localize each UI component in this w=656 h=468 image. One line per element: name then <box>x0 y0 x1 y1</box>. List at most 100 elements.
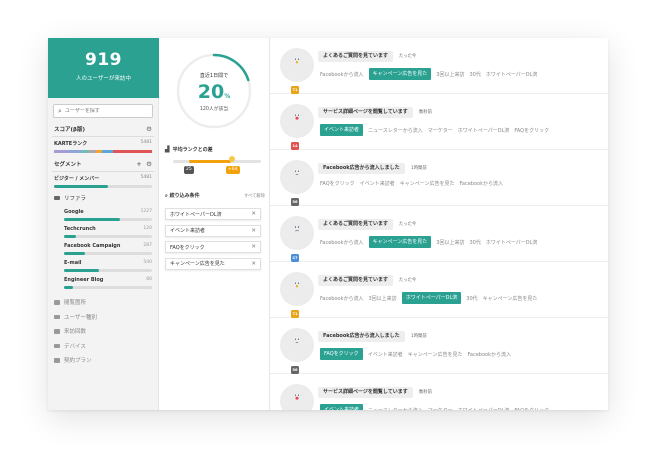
feed-row[interactable]: 56 Facebook広告から流入しました 1時間前 FAQをクリック イベント来訪者キ… <box>270 150 608 206</box>
filter-chip[interactable]: ホワイトペーパーDL済 ✕ <box>165 208 261 220</box>
tag-highlighted[interactable]: ホワイトペーパーDL済 <box>401 292 462 304</box>
tag[interactable]: 30代 <box>469 239 480 246</box>
close-icon[interactable]: ✕ <box>251 211 256 217</box>
close-icon[interactable]: ✕ <box>251 244 256 250</box>
filter-chip[interactable]: イベント来訪者 ✕ <box>165 224 261 237</box>
tag[interactable]: イベント来訪者 <box>360 180 395 187</box>
gauge-text: 直近1日間で 20% 120人が該当 <box>173 50 255 132</box>
tag[interactable]: ホワイトペーパーDL済 <box>486 239 538 246</box>
avg-rank-low-badge: 25 <box>184 166 194 174</box>
avatar[interactable]: 56 <box>280 328 314 374</box>
tag[interactable]: FAQをクリック <box>514 127 549 134</box>
tag[interactable]: ホワイトペーパーDL済 <box>486 71 538 78</box>
avatar[interactable]: 27 <box>280 216 314 262</box>
tag[interactable]: マーケター <box>428 407 453 411</box>
tag[interactable]: 30代 <box>466 295 477 302</box>
feed-row[interactable]: 71 よくあるご質問を見ています たった今 Facebookから流入 3回以上来訪 ホワイ… <box>270 262 608 318</box>
tag-highlighted[interactable]: イベント来訪者 <box>320 404 364 410</box>
source-bar-track <box>64 286 152 289</box>
source-count: 287 <box>143 243 152 248</box>
referrer-source-item[interactable]: E-mail 540 <box>48 255 158 272</box>
filter-title: ⌕ 絞り込み条件 <box>165 192 200 199</box>
source-label: Engineer Blog <box>64 277 104 283</box>
feed-row[interactable]: 71 よくあるご質問を見ています たった今 Facebookから流入 キャンペーン広告を… <box>270 38 608 94</box>
clear-all-filters-link[interactable]: すべて解除 <box>244 193 265 199</box>
referrer-source-item[interactable]: Techcrunch 120 <box>48 221 158 238</box>
tag[interactable]: Facebookから流入 <box>320 71 364 78</box>
avatar[interactable]: 56 <box>280 160 314 206</box>
timestamp: たった今 <box>399 54 417 59</box>
tag[interactable]: 3回以上来訪 <box>436 71 464 78</box>
tag[interactable]: キャンペーン広告を見た <box>408 351 463 358</box>
gauge-unit: % <box>224 93 231 100</box>
avatar[interactable]: 14 <box>280 384 314 410</box>
tag-highlighted[interactable]: イベント来訪者 <box>320 124 364 136</box>
avatar[interactable]: 14 <box>280 104 314 150</box>
user-search-input[interactable] <box>64 108 145 114</box>
tag[interactable]: 3回以上来訪 <box>369 295 397 302</box>
gear-icon[interactable]: ⚙ <box>146 125 152 133</box>
gear-icon[interactable]: ⚙ <box>146 160 152 168</box>
avatar[interactable]: 71 <box>280 48 314 94</box>
referrer-source-item[interactable]: Facebook Campaign 287 <box>48 238 158 255</box>
feed-row[interactable]: 14 サービス詳細ページを閲覧しています 数秒前イベント来訪者ニュースレターから流入… <box>270 374 608 410</box>
folder-item[interactable]: 契約プラン <box>48 353 158 368</box>
folder-icon <box>54 314 60 319</box>
timestamp: 1時間前 <box>411 166 427 171</box>
tag[interactable]: キャンペーン広告を見た <box>483 295 538 302</box>
tag[interactable]: 30代 <box>469 71 480 78</box>
tag[interactable]: ニュースレターから流入 <box>368 407 423 411</box>
filter-chip-label: キャンペーン広告を見た <box>170 261 225 267</box>
filter-chip[interactable]: FAQをクリック ✕ <box>165 241 261 253</box>
tag[interactable]: マーケター <box>428 127 453 134</box>
feed-row[interactable]: 27 よくあるご質問を見ています たった今 Facebookから流入 キャンペーン広告を… <box>270 206 608 262</box>
tag-list: FAQをクリック イベント来訪者 キャンペーン広告を見た Facebookから流入 <box>320 180 508 187</box>
folder-item[interactable]: 来訪回数 <box>48 324 158 339</box>
referrer-source-item[interactable]: Engineer Blog 80 <box>48 272 158 289</box>
folder-item[interactable]: 閲覧箇所 <box>48 295 158 310</box>
tag[interactable]: FAQをクリック <box>320 180 355 187</box>
feed-row[interactable]: 14 サービス詳細ページを閲覧しています 数秒前イベント来訪者ニュースレターから流入… <box>270 94 608 150</box>
folder-icon <box>54 329 60 334</box>
visitor-counter: 919 人のユーザーが来訪中 <box>48 38 159 98</box>
tag[interactable]: 3回以上来訪 <box>436 239 464 246</box>
tag[interactable]: Facebookから流入 <box>467 351 511 358</box>
add-icon[interactable]: + <box>136 160 141 168</box>
timestamp: 数秒前 <box>419 110 432 115</box>
folder-icon <box>54 300 60 305</box>
feed-row[interactable]: 56 Facebook広告から流入しました 1時間前 FAQをクリック イベント来訪者キ… <box>270 318 608 374</box>
folder-referrer[interactable]: リファラ <box>48 192 158 204</box>
timestamp: 1時間前 <box>411 334 427 339</box>
karte-rank-row[interactable]: KARTEランク 5481 <box>48 137 158 147</box>
tag[interactable]: ニュースレターから流入 <box>368 127 423 134</box>
segment-section-header: セグメント + ⚙ <box>48 157 158 171</box>
user-search[interactable]: ⌕ <box>53 104 153 118</box>
action-bubble: Facebook広告から流入しました <box>318 163 405 174</box>
referrer-source-list: Google 1227 Techcrunch 120 Facebook Campaign… <box>48 204 158 289</box>
folder-label: リファラ <box>64 196 87 202</box>
folder-item[interactable]: デバイス <box>48 339 158 354</box>
segment-row[interactable]: ビジター / メンバー 5481 <box>48 172 158 182</box>
tag-highlighted[interactable]: FAQをクリック <box>320 348 363 360</box>
close-icon[interactable]: ✕ <box>251 228 256 234</box>
tag[interactable]: ホワイトペーパーDL済 <box>458 127 510 134</box>
close-icon[interactable]: ✕ <box>251 261 256 267</box>
score-badge: 56 <box>291 366 299 374</box>
tag[interactable]: ホワイトペーパーDL済 <box>458 407 510 411</box>
tag[interactable]: FAQをクリック <box>514 407 549 411</box>
avatar[interactable]: 71 <box>280 272 314 318</box>
tag[interactable]: Facebookから流入 <box>459 180 503 187</box>
search-icon: ⌕ <box>58 106 62 115</box>
referrer-source-item[interactable]: Google 1227 <box>48 204 158 221</box>
filter-chip[interactable]: キャンペーン広告を見た ✕ <box>165 257 261 270</box>
tag[interactable]: イベント来訪者 <box>368 351 403 358</box>
tag[interactable]: キャンペーン広告を見た <box>400 180 455 187</box>
tag-highlighted[interactable]: キャンペーン広告を見た <box>368 68 432 80</box>
tag[interactable]: Facebookから流入 <box>320 295 364 302</box>
tag[interactable]: Facebookから流入 <box>320 239 364 246</box>
folder-item[interactable]: ユーザー種別 <box>48 310 158 325</box>
face-neutral-icon <box>294 338 300 343</box>
tag-highlighted[interactable]: キャンペーン広告を見た <box>368 236 432 248</box>
timestamp: たった今 <box>399 278 417 283</box>
avg-rank-header: ▟ 平均ランクとの差 <box>165 146 213 153</box>
